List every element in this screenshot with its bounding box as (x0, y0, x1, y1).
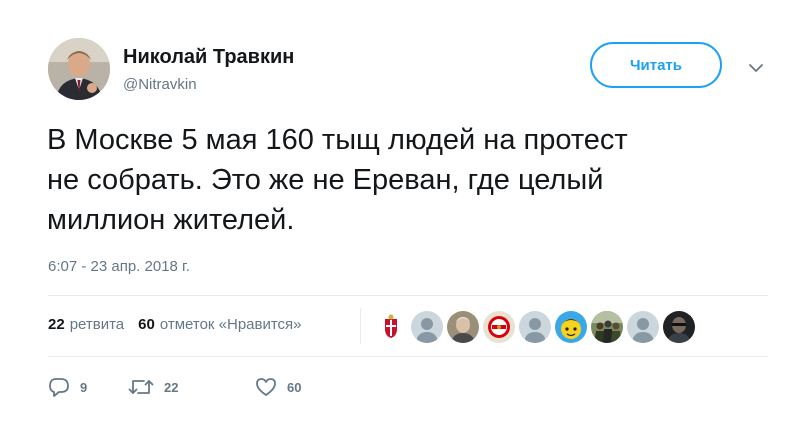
default-avatar[interactable] (411, 311, 443, 343)
user-handle[interactable]: @Nitravkin (123, 76, 197, 93)
user-name[interactable]: Николай Травкин (123, 46, 294, 69)
likes-label: отметок «Нравится» (159, 316, 302, 333)
divider (48, 295, 768, 296)
retweets-label: ретвита (69, 316, 125, 333)
retweets-count: 22 (48, 316, 65, 333)
retweet-count: 22 (164, 379, 179, 395)
tweet-text: В Москве 5 мая 160 тыщ людей на протест … (47, 120, 767, 240)
reply-icon (49, 378, 69, 397)
retweet-icon (128, 380, 154, 394)
divider (48, 356, 768, 357)
tweet-header: Николай Травкин @Nitravkin Читать (48, 38, 778, 102)
retweets-stat[interactable]: 22 ретвита (48, 316, 124, 333)
reply-count: 9 (80, 379, 88, 395)
dark-photo-avatar[interactable] (663, 311, 695, 343)
stats-separator (360, 308, 361, 344)
reply-button[interactable]: 9 (48, 377, 128, 397)
person-photo-avatar[interactable] (447, 311, 479, 343)
emblem-avatar[interactable] (375, 311, 407, 343)
liker-avatars (375, 311, 699, 343)
more-menu-button[interactable] (744, 56, 768, 80)
club-logo-avatar[interactable] (483, 311, 515, 343)
tweet-text-line: миллион жителей. (47, 204, 295, 236)
retweet-button[interactable]: 22 (128, 377, 255, 397)
user-avatar[interactable] (48, 38, 110, 100)
like-button[interactable]: 60 (255, 377, 301, 397)
follow-button[interactable]: Читать (590, 42, 722, 88)
default-avatar[interactable] (519, 311, 551, 343)
default-avatar[interactable] (627, 311, 659, 343)
user-photo-icon (48, 38, 110, 100)
likes-count: 60 (138, 316, 155, 333)
group-photo-avatar[interactable] (591, 311, 623, 343)
tweet-actions: 9 22 60 (48, 372, 301, 402)
tweet-timestamp[interactable]: 6:07 - 23 апр. 2018 г. (48, 258, 190, 275)
tweet-text-line: В Москве 5 мая 160 тыщ людей на протест (47, 124, 628, 156)
heart-icon (256, 378, 276, 396)
tweet-text-line: не собрать. Это же не Ереван, где целый (47, 164, 604, 196)
tweet-stats: 22 ретвита 60 отметок «Нравится» (48, 316, 302, 333)
chevron-down-icon (749, 63, 763, 72)
likes-stat[interactable]: 60 отметок «Нравится» (138, 316, 301, 333)
like-count: 60 (287, 379, 302, 395)
cartoon-avatar[interactable] (555, 311, 587, 343)
